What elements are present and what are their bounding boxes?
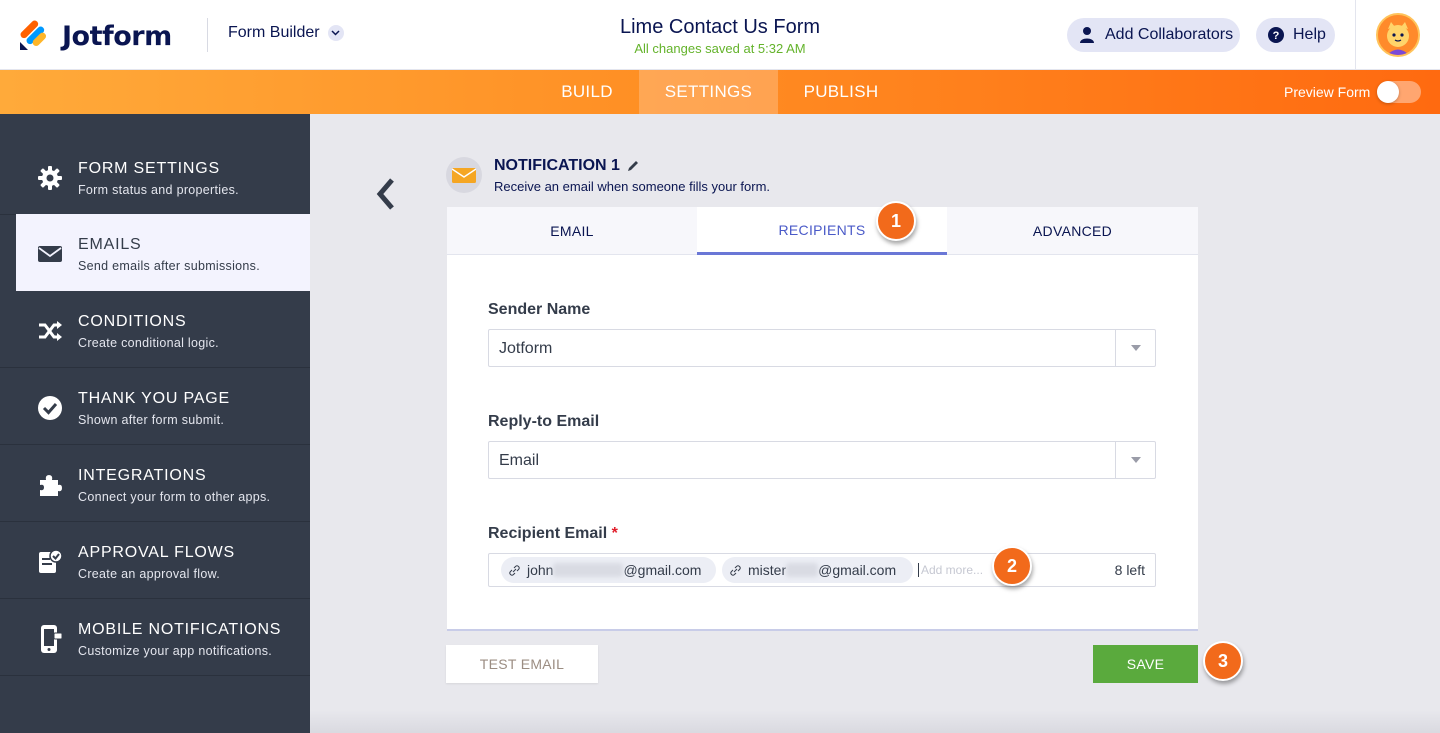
step-marker-1: 1 (876, 201, 916, 241)
sidebar-subtitle: Send emails after submissions. (78, 259, 260, 273)
recipient-prefix: john (527, 562, 554, 578)
add-more-placeholder[interactable]: Add more... (918, 563, 983, 577)
sidebar-title: EMAILS (78, 236, 142, 253)
sender-name-label: Sender Name (488, 301, 591, 318)
user-avatar[interactable] (1376, 13, 1420, 57)
redacted-text (786, 563, 819, 577)
recipient-email-label: Recipient Email * (488, 525, 618, 543)
header-divider-right (1355, 0, 1356, 70)
sidebar-subtitle: Create an approval flow. (78, 567, 221, 581)
form-builder-dropdown[interactable]: Form Builder (228, 24, 344, 42)
jotform-logo[interactable]: Jotform (18, 20, 172, 52)
notification-subtitle: Receive an email when someone fills your… (494, 179, 771, 194)
pencil-icon[interactable] (626, 159, 640, 173)
top-header: Jotform Form Builder Lime Contact Us For… (0, 0, 1440, 70)
sender-name-value: Jotform (499, 340, 553, 357)
recipient-email-label-text: Recipient Email (488, 525, 608, 542)
recipient-tag[interactable]: mister @gmail.com (722, 557, 913, 583)
recipient-domain: @gmail.com (623, 562, 702, 578)
shuffle-icon (36, 317, 64, 345)
form-builder-label: Form Builder (228, 24, 320, 41)
sidebar-subtitle: Create conditional logic. (78, 336, 219, 350)
reply-to-select[interactable]: Email (488, 441, 1156, 479)
puzzle-icon (36, 471, 64, 499)
preview-form-toggle[interactable] (1377, 81, 1421, 103)
bottom-shadow (310, 710, 1440, 733)
sidebar-title: THANK YOU PAGE (78, 390, 230, 407)
sidebar-item-approval-flows[interactable]: APPROVAL FLOWS Create an approval flow. (0, 522, 310, 599)
nav-tab-settings[interactable]: SETTINGS (639, 70, 778, 114)
sidebar-item-conditions[interactable]: CONDITIONS Create conditional logic. (0, 291, 310, 368)
builder-nav: BUILD SETTINGS PUBLISH Preview Form (0, 70, 1440, 114)
recipients-left-count: 8 left (1114, 562, 1145, 578)
back-chevron-icon[interactable] (372, 176, 400, 212)
link-icon (722, 564, 748, 576)
recipient-domain: @gmail.com (818, 562, 897, 578)
recipient-prefix: mister (748, 562, 787, 578)
notification-tabs: EMAIL RECIPIENTS ADVANCED (447, 207, 1198, 255)
user-icon (1080, 27, 1094, 43)
gear-icon (36, 164, 64, 192)
sidebar-subtitle: Connect your form to other apps. (78, 490, 271, 504)
brand-name: Jotform (62, 20, 172, 52)
test-email-button[interactable]: TEST EMAIL (446, 645, 598, 683)
required-asterisk: * (611, 525, 618, 542)
preview-form-label: Preview Form (1284, 84, 1371, 100)
sidebar-item-form-settings[interactable]: FORM SETTINGS Form status and properties… (0, 138, 310, 215)
nav-tab-publish[interactable]: PUBLISH (790, 70, 892, 114)
redacted-text (553, 563, 624, 577)
sidebar-item-emails[interactable]: EMAILS Send emails after submissions. (16, 214, 310, 291)
reply-to-label: Reply-to Email (488, 413, 600, 430)
caret-down-icon (1115, 442, 1155, 478)
sidebar-subtitle: Shown after form submit. (78, 413, 225, 427)
question-icon: ? (1268, 27, 1284, 43)
sidebar-subtitle: Form status and properties. (78, 183, 239, 197)
step-marker-2: 2 (992, 546, 1032, 586)
envelope-icon (446, 157, 482, 193)
sender-name-select[interactable]: Jotform (488, 329, 1156, 367)
sidebar-title: MOBILE NOTIFICATIONS (78, 621, 282, 638)
sidebar-title: INTEGRATIONS (78, 467, 207, 484)
add-collaborators-button[interactable]: Add Collaborators (1067, 18, 1240, 52)
sidebar-item-integrations[interactable]: INTEGRATIONS Connect your form to other … (0, 445, 310, 522)
sidebar-item-thank-you-page[interactable]: THANK YOU PAGE Shown after form submit. (0, 368, 310, 445)
tab-email[interactable]: EMAIL (447, 207, 697, 255)
toggle-knob (1377, 81, 1399, 103)
header-divider (207, 18, 208, 52)
notification-title[interactable]: NOTIFICATION 1 (494, 157, 640, 175)
sidebar-title: CONDITIONS (78, 313, 187, 330)
check-circle-icon (36, 394, 64, 422)
svg-text:?: ? (1273, 30, 1280, 42)
help-label: Help (1293, 26, 1326, 43)
step-marker-3: 3 (1203, 641, 1243, 681)
reply-to-value: Email (499, 452, 540, 469)
sidebar-item-mobile-notifications[interactable]: MOBILE NOTIFICATIONS Customize your app … (0, 599, 310, 676)
save-button[interactable]: SAVE (1093, 645, 1198, 683)
notification-title-text: NOTIFICATION 1 (494, 157, 620, 174)
form-title[interactable]: Lime Contact Us Form (520, 16, 920, 39)
chevron-down-icon (327, 25, 344, 41)
save-status: All changes saved at 5:32 AM (634, 41, 806, 56)
settings-sidebar: FORM SETTINGS Form status and properties… (0, 114, 310, 733)
nav-tab-build[interactable]: BUILD (546, 70, 628, 114)
help-button[interactable]: ? Help (1256, 18, 1335, 52)
sidebar-subtitle: Customize your app notifications. (78, 644, 273, 658)
recipient-email-input[interactable]: john @gmail.com mister @gmail.com Add mo… (488, 553, 1156, 587)
envelope-icon (36, 240, 64, 268)
tab-advanced[interactable]: ADVANCED (947, 207, 1198, 255)
mobile-icon (36, 625, 64, 653)
add-collaborators-label: Add Collaborators (1105, 26, 1234, 43)
approval-icon (36, 548, 64, 576)
sidebar-title: FORM SETTINGS (78, 160, 220, 177)
jotform-logo-icon (18, 20, 50, 52)
caret-down-icon (1115, 330, 1155, 366)
link-icon (501, 564, 527, 576)
sidebar-title: APPROVAL FLOWS (78, 544, 236, 561)
recipient-tag[interactable]: john @gmail.com (501, 557, 716, 583)
